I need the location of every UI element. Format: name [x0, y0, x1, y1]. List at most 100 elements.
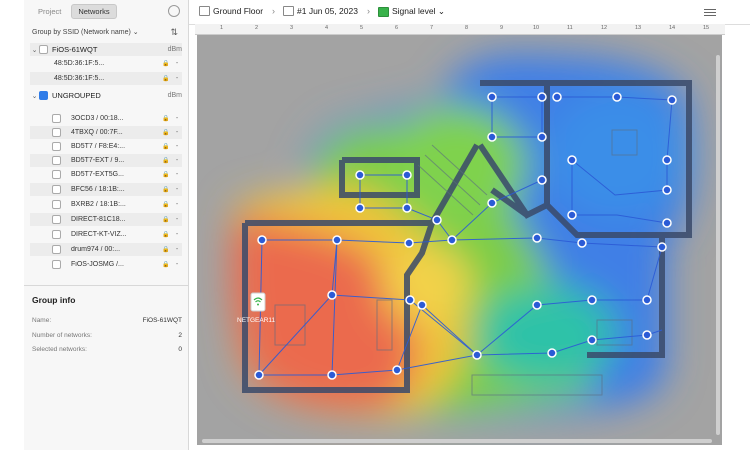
- network-checkbox[interactable]: [52, 215, 61, 224]
- ruler-tick: 10: [533, 25, 540, 31]
- ruler-tick: 7: [430, 25, 434, 31]
- ruler-tick: 15: [703, 25, 710, 31]
- network-row[interactable]: 3OCD3 / 00:18... 🔒 -: [30, 112, 182, 125]
- network-name: 48:5D:36:1F:5...: [54, 75, 105, 82]
- ruler-tick: 14: [669, 25, 676, 31]
- ruler-tick: 2: [255, 25, 259, 31]
- breadcrumb: Ground Floor › #1 Jun 05, 2023 › Signal …: [189, 0, 750, 25]
- network-row[interactable]: BFC56 / 18:1B:... 🔒 -: [30, 183, 182, 196]
- network-checkbox[interactable]: [52, 128, 61, 137]
- lock-icon: 🔒: [162, 172, 170, 178]
- network-checkbox[interactable]: [52, 200, 61, 209]
- lock-icon: 🔒: [162, 247, 170, 253]
- network-name: DIRECT-KT-VIZ...: [71, 231, 127, 238]
- unit-label: dBm: [167, 46, 182, 53]
- chevron-down-icon[interactable]: ⌄: [30, 46, 39, 54]
- lock-icon: 🔒: [162, 144, 170, 150]
- lock-icon: 🔒: [162, 61, 170, 67]
- unit-label: dBm: [167, 92, 182, 99]
- group-by-dropdown[interactable]: Group by SSID (Network name) ⌄: [32, 28, 139, 36]
- info-row-selected: Selected networks: 0: [32, 346, 182, 353]
- access-point-label: NETGEAR11: [237, 317, 276, 324]
- status-circle-icon[interactable]: [168, 5, 180, 17]
- lock-icon: 🔒: [162, 202, 170, 208]
- tab-networks[interactable]: Networks: [71, 4, 117, 19]
- network-checkbox[interactable]: [52, 185, 61, 194]
- network-name: 48:5D:36:1F:5...: [54, 60, 105, 67]
- crumb-floor[interactable]: Ground Floor: [199, 6, 263, 16]
- folder-icon: [199, 6, 210, 16]
- group-checkbox[interactable]: [39, 45, 48, 54]
- network-checkbox[interactable]: [52, 170, 61, 179]
- network-checkbox[interactable]: [52, 142, 61, 151]
- network-name: BD5T7-EXT5G...: [71, 171, 124, 178]
- network-name: BD5T7 / F8:E4:...: [71, 143, 126, 150]
- heatmap-canvas[interactable]: NETGEAR11: [197, 35, 722, 445]
- ruler-tick: 8: [465, 25, 469, 31]
- chevron-right-icon: ›: [367, 6, 370, 16]
- ruler-tick: 6: [395, 25, 399, 31]
- ruler-tick: 11: [567, 25, 573, 31]
- network-row[interactable]: BD5T7 / F8:E4:... 🔒 -: [30, 140, 182, 153]
- crumb-survey[interactable]: #1 Jun 05, 2023: [283, 6, 358, 16]
- panel-tabs: Project Networks: [32, 4, 117, 19]
- horizontal-scrollbar[interactable]: [202, 439, 712, 443]
- network-row[interactable]: drum974 / 00:... 🔒 -: [30, 243, 182, 256]
- network-name: BXRB2 / 18:1B:...: [71, 201, 126, 208]
- network-name: DIRECT-81C18...: [71, 216, 126, 223]
- network-row[interactable]: BD5T7-EXT5G... 🔒 -: [30, 168, 182, 181]
- network-name: drum974 / 00:...: [71, 246, 121, 253]
- group-info-title: Group info: [32, 295, 76, 305]
- chevron-down-icon[interactable]: ⌄: [30, 92, 39, 100]
- tab-project[interactable]: Project: [32, 5, 67, 18]
- network-checkbox[interactable]: [52, 260, 61, 269]
- group-row-ungrouped[interactable]: ⌄ UNGROUPED dBm: [30, 89, 182, 102]
- network-checkbox[interactable]: [52, 245, 61, 254]
- group-row-fios[interactable]: ⌄ FiOS-61WQT dBm: [30, 43, 182, 56]
- network-row[interactable]: 48:5D:36:1F:5... 🔒 -: [30, 57, 182, 70]
- networks-panel: Project Networks Group by SSID (Network …: [24, 0, 189, 450]
- ruler-tick: 13: [635, 25, 642, 31]
- lock-icon: 🔒: [162, 76, 170, 82]
- network-name: BD5T7-EXT / 9...: [71, 157, 125, 164]
- chevron-right-icon: ›: [272, 6, 275, 16]
- network-row[interactable]: DIRECT-KT-VIZ... 🔒 -: [30, 228, 182, 241]
- ruler-tick: 4: [325, 25, 329, 31]
- divider: [24, 285, 188, 286]
- network-checkbox[interactable]: [52, 230, 61, 239]
- network-row[interactable]: DIRECT-81C18... 🔒 -: [30, 213, 182, 226]
- crumb-visualization[interactable]: Signal level ⌄: [378, 6, 445, 17]
- lock-icon: 🔒: [162, 262, 170, 268]
- signal-icon: [378, 6, 389, 17]
- info-row-name: Name: FiOS-61WQT: [32, 317, 182, 324]
- ruler-tick: 12: [601, 25, 608, 31]
- vertical-scrollbar[interactable]: [716, 55, 720, 435]
- network-row[interactable]: BXRB2 / 18:1B:... 🔒 -: [30, 198, 182, 211]
- network-name: 4TBXQ / 00:7F...: [71, 129, 123, 136]
- network-checkbox[interactable]: [52, 114, 61, 123]
- lock-icon: 🔒: [162, 116, 170, 122]
- ruler-tick: 3: [290, 25, 294, 31]
- group-name: UNGROUPED: [52, 91, 101, 100]
- horizontal-ruler: 1 2 3 4 5 6 7 8 9 10 11 12 13 14 15: [195, 24, 725, 35]
- network-row[interactable]: 48:5D:36:1F:5... 🔒 -: [30, 72, 182, 85]
- lock-icon: 🔒: [162, 232, 170, 238]
- sort-icon[interactable]: ⇅: [170, 27, 178, 38]
- lock-icon: 🔒: [162, 158, 170, 164]
- lock-icon: 🔒: [162, 130, 170, 136]
- group-name: FiOS-61WQT: [52, 45, 98, 54]
- calendar-icon: [283, 6, 294, 16]
- network-row[interactable]: BD5T7-EXT / 9... 🔒 -: [30, 154, 182, 167]
- network-name: BFC56 / 18:1B:...: [71, 186, 125, 193]
- group-checkbox[interactable]: [39, 91, 48, 100]
- network-name: 3OCD3 / 00:18...: [71, 115, 124, 122]
- wifi-icon: [250, 292, 266, 312]
- network-checkbox[interactable]: [52, 156, 61, 165]
- ruler-tick: 1: [220, 25, 224, 31]
- sliders-icon[interactable]: [704, 7, 716, 17]
- ruler-tick: 5: [360, 25, 364, 31]
- lock-icon: 🔒: [162, 217, 170, 223]
- network-row[interactable]: 4TBXQ / 00:7F... 🔒 -: [30, 126, 182, 139]
- network-row[interactable]: FiOS-JOSMG /... 🔒 -: [30, 258, 182, 271]
- network-name: FiOS-JOSMG /...: [71, 261, 124, 268]
